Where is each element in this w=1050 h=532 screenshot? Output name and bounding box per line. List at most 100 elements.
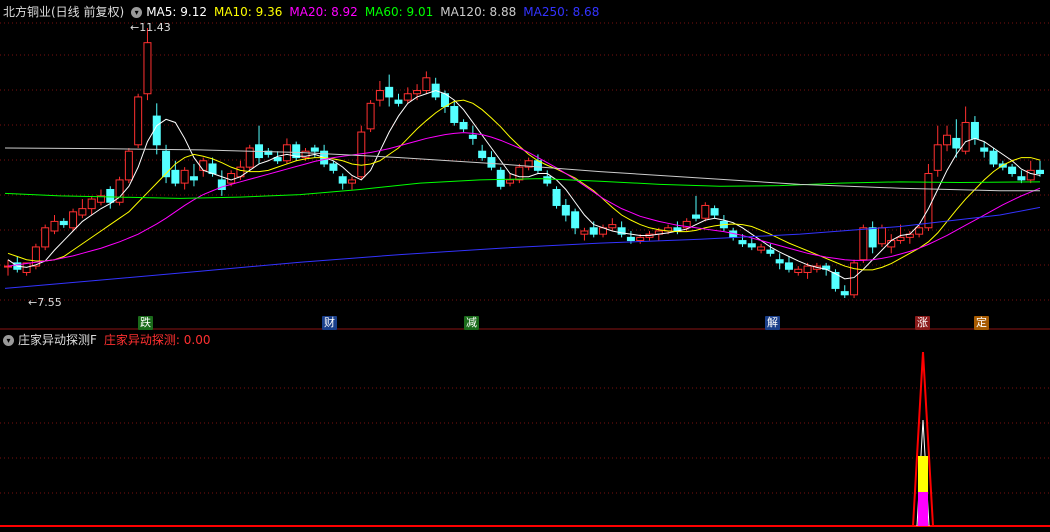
candle-body — [1008, 166, 1017, 175]
candle-body — [59, 220, 68, 226]
candle-body — [784, 262, 793, 270]
candle — [450, 100, 459, 126]
candle-body — [1026, 169, 1035, 181]
candle — [69, 208, 78, 231]
candle-body — [78, 208, 87, 216]
candle-body — [394, 99, 403, 104]
candle-body — [134, 96, 143, 146]
candle-body — [87, 198, 96, 210]
candle-body — [589, 227, 598, 235]
event-marker-zhang[interactable]: 涨 — [915, 316, 930, 330]
candle — [701, 202, 710, 222]
candle-body — [282, 144, 291, 162]
candle-body — [803, 265, 812, 273]
candle — [124, 148, 133, 184]
high-price-label: ←11.43 — [130, 21, 171, 34]
candle — [840, 285, 849, 298]
event-marker-cai[interactable]: 财 — [322, 316, 337, 330]
candle — [394, 93, 403, 107]
candle-body — [571, 211, 580, 229]
signal-bar-yellow — [918, 456, 928, 492]
candle-body — [487, 157, 496, 168]
candle-body — [348, 179, 356, 184]
candle-body — [915, 227, 924, 235]
candle-body — [896, 236, 905, 242]
candle-body — [385, 86, 394, 98]
candle — [961, 106, 970, 155]
candle-body — [496, 169, 505, 187]
candle — [561, 199, 570, 222]
candle-body — [636, 236, 645, 242]
candle — [719, 215, 728, 231]
candle — [710, 205, 719, 219]
candle — [794, 266, 803, 276]
candle — [245, 144, 254, 171]
candle — [487, 151, 496, 171]
candle-body — [375, 90, 384, 101]
candle-body — [859, 227, 868, 261]
candle — [496, 167, 505, 190]
candle — [859, 224, 868, 263]
candle — [692, 195, 700, 222]
candle-body — [747, 243, 756, 248]
candle-body — [208, 163, 217, 175]
candle-body — [989, 150, 998, 165]
candle — [375, 80, 384, 107]
candlestick-chart[interactable] — [0, 0, 1050, 532]
candle — [50, 215, 59, 235]
candle-body — [626, 236, 635, 242]
candle-body — [41, 227, 50, 248]
candle — [933, 125, 942, 177]
candle-body — [329, 163, 338, 171]
candle-body — [506, 179, 515, 184]
candle-body — [189, 176, 198, 181]
candle-body — [1017, 176, 1026, 181]
event-marker-ding[interactable]: 定 — [974, 316, 989, 330]
candle-body — [970, 121, 979, 139]
candle-body — [794, 268, 803, 273]
candle-body — [1036, 169, 1044, 175]
candle-body — [515, 166, 524, 181]
candle — [617, 221, 626, 238]
candle-body — [877, 227, 886, 245]
event-marker-jie[interactable]: 解 — [765, 316, 780, 330]
candle — [608, 218, 617, 231]
candle — [468, 125, 477, 145]
candle-body — [227, 173, 236, 184]
candle — [747, 237, 756, 251]
candle — [217, 170, 226, 196]
candle-body — [143, 42, 152, 95]
candle — [255, 125, 264, 164]
candle — [292, 141, 301, 161]
candle-body — [580, 230, 589, 235]
candle-body — [180, 169, 189, 184]
candle — [413, 84, 422, 101]
candle — [96, 189, 105, 206]
event-marker-jian[interactable]: 减 — [464, 316, 479, 330]
candle — [524, 157, 533, 171]
candle — [59, 218, 68, 228]
candle-body — [710, 208, 719, 216]
candle-body — [738, 240, 747, 245]
signal-bar-magenta — [918, 492, 928, 526]
candle — [134, 93, 143, 148]
candle-body — [124, 150, 133, 181]
event-marker-die[interactable]: 跌 — [138, 316, 153, 330]
candle-body — [952, 137, 961, 149]
candle-body — [468, 134, 477, 139]
candle — [896, 224, 905, 244]
candle — [757, 243, 766, 254]
candle — [459, 119, 468, 133]
candle-body — [775, 259, 784, 264]
candle-body — [552, 188, 561, 206]
candle — [385, 74, 394, 107]
candle-body — [980, 147, 989, 152]
candle-body — [868, 227, 877, 248]
candle — [850, 259, 859, 298]
candle-body — [459, 121, 468, 130]
candle-body — [366, 102, 375, 130]
candle-body — [943, 134, 952, 146]
candle-body — [50, 220, 59, 232]
candle-body — [961, 121, 970, 152]
candle — [905, 230, 914, 244]
